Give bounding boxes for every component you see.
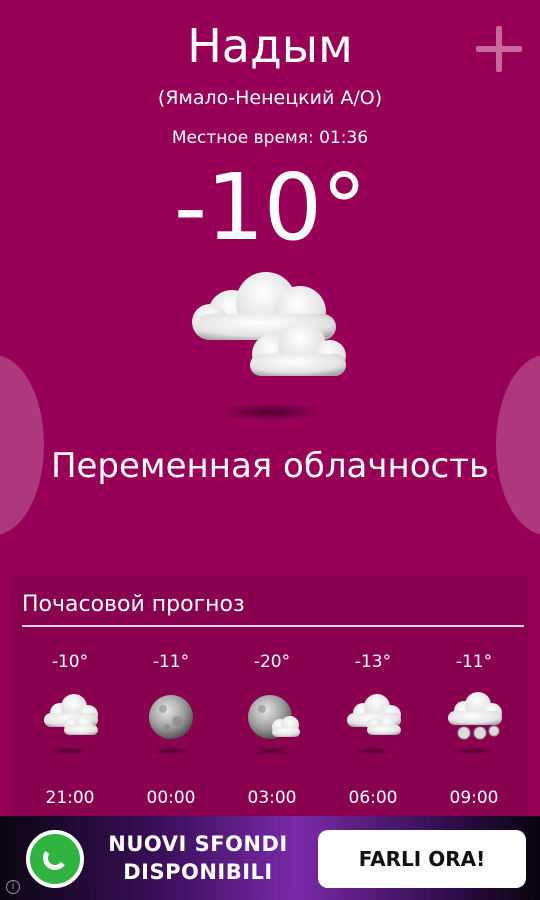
current-temperature: -10°	[173, 154, 367, 261]
ad-info-icon[interactable]: i	[6, 880, 20, 894]
hourly-item: -10° 21:00	[20, 647, 120, 817]
hourly-time: 09:00	[449, 788, 499, 808]
ad-banner[interactable]: NUOVI SFONDI DISPONIBILI FARLI ORA! i	[0, 816, 540, 900]
cloudy-icon	[347, 694, 401, 755]
partly-cloudy-icon	[192, 272, 346, 421]
hourly-temp: -13°	[354, 652, 392, 672]
hourly-title: Почасовой прогноз	[22, 592, 245, 617]
add-city-icon[interactable]	[476, 26, 522, 72]
region-label: (Ямало-Ненецкий А/О)	[157, 87, 383, 109]
moon-icon	[149, 695, 193, 755]
divider	[22, 625, 524, 627]
hourly-item: -11° 09:00	[424, 647, 524, 817]
hourly-time: 21:00	[45, 788, 95, 808]
hourly-temp: -11°	[152, 652, 190, 672]
local-time: Местное время: 01:36	[171, 128, 369, 148]
hourly-temp: -10°	[51, 652, 89, 672]
hourly-time: 03:00	[247, 788, 297, 808]
hourly-item: -13° 06:00	[323, 647, 423, 817]
city-name: Надым	[187, 19, 353, 73]
snow-cloud-icon	[448, 692, 502, 755]
current-condition: Переменная облачность	[50, 446, 490, 486]
hourly-temp: -11°	[455, 652, 493, 672]
hourly-item: -20° 03:00	[222, 647, 322, 817]
hourly-time: 00:00	[146, 788, 196, 808]
moon-cloud-icon	[248, 695, 300, 755]
ad-headline: NUOVI SFONDI DISPONIBILI	[108, 832, 288, 884]
hourly-temp: -20°	[253, 652, 291, 672]
hourly-forecast-panel: Почасовой прогноз -10° 21:00 -11° 00:00 …	[12, 575, 528, 820]
whatsapp-logo-icon[interactable]	[26, 830, 84, 888]
ad-cta-button[interactable]: FARLI ORA!	[318, 830, 526, 888]
cloudy-icon	[44, 694, 98, 755]
hourly-item: -11° 00:00	[121, 647, 221, 817]
hourly-time: 06:00	[348, 788, 398, 808]
weather-screen: Надым (Ямало-Ненецкий А/О) Местное время…	[0, 0, 540, 900]
